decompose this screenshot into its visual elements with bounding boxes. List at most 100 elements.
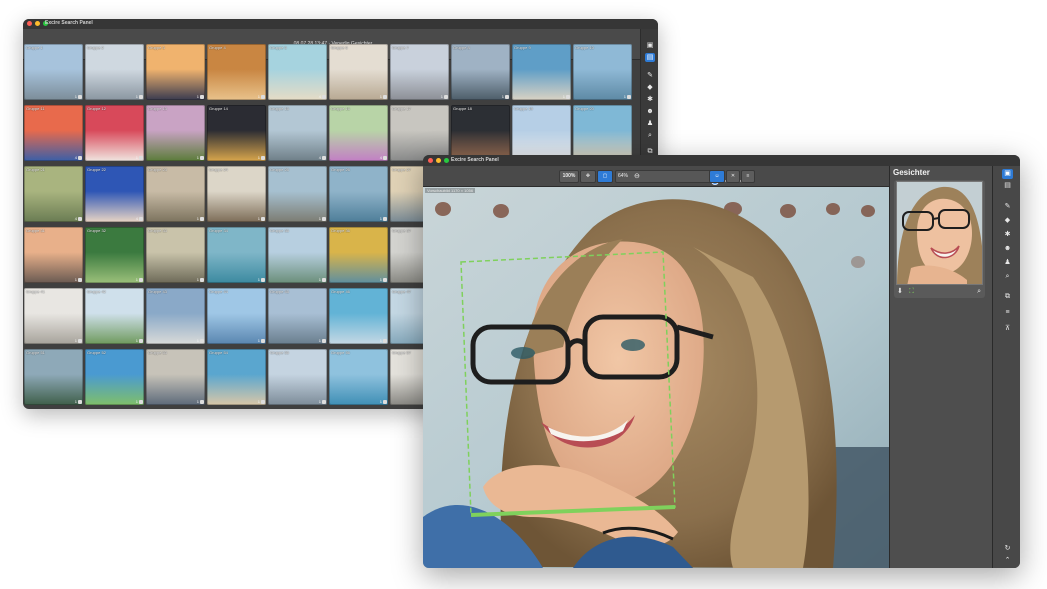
group-thumbnail[interactable]: Gruppe 45 1 bbox=[268, 288, 327, 344]
group-count: 1 bbox=[135, 155, 138, 160]
group-thumbnail[interactable]: Gruppe 4 1 bbox=[207, 44, 266, 100]
group-thumbnail[interactable]: Gruppe 9 1 bbox=[512, 44, 571, 100]
group-label: Gruppe 11 bbox=[26, 106, 45, 111]
group-thumbnail[interactable]: Gruppe 3 1 bbox=[146, 44, 205, 100]
face-search-icon[interactable]: ☻ bbox=[1002, 244, 1013, 254]
search-icon[interactable]: ⌕ bbox=[1002, 272, 1013, 282]
group-thumbnail[interactable]: Gruppe 46 1 bbox=[329, 288, 388, 344]
group-thumbnail[interactable]: Gruppe 41 1 bbox=[24, 288, 83, 344]
zoom-out-icon[interactable]: ⊖ bbox=[634, 171, 640, 182]
find-similar-faces-icon[interactable]: ⌕ bbox=[977, 288, 981, 296]
group-thumbnail[interactable]: Gruppe 8 1 bbox=[451, 44, 510, 100]
group-thumbnail[interactable]: Gruppe 13 1 bbox=[146, 105, 205, 161]
stack-icon bbox=[78, 400, 82, 404]
fit-icon[interactable]: ✥ bbox=[580, 170, 596, 183]
single-view-icon[interactable]: ▣ bbox=[645, 41, 655, 50]
group-thumbnail[interactable]: Gruppe 10 1 bbox=[573, 44, 632, 100]
zoom-100-button[interactable]: 100% bbox=[559, 170, 579, 183]
group-thumbnail[interactable]: Gruppe 26 1 bbox=[329, 166, 388, 222]
group-thumbnail[interactable]: Gruppe 2 1 bbox=[85, 44, 144, 100]
group-thumbnail[interactable]: Gruppe 44 1 bbox=[207, 288, 266, 344]
zoom-window-button[interactable] bbox=[444, 158, 449, 163]
duplicates-icon[interactable]: ⧉ bbox=[1002, 292, 1013, 302]
group-thumbnail[interactable]: Gruppe 11 4 bbox=[24, 105, 83, 161]
group-thumbnail[interactable]: Gruppe 42 1 bbox=[85, 288, 144, 344]
group-thumbnail[interactable]: Gruppe 5 4 bbox=[268, 44, 327, 100]
group-thumbnail[interactable]: Gruppe 24 1 bbox=[207, 166, 266, 222]
group-thumbnail[interactable]: Gruppe 191 bbox=[512, 105, 571, 161]
group-thumbnail[interactable]: Gruppe 55 1 bbox=[268, 349, 327, 405]
group-thumbnail[interactable]: Gruppe 32 1 bbox=[85, 227, 144, 283]
group-label: Gruppe 6 bbox=[331, 45, 348, 50]
group-view-icon[interactable]: ▤ bbox=[1002, 181, 1013, 191]
group-thumbnail[interactable]: Gruppe 53 1 bbox=[146, 349, 205, 405]
keyword-search-icon[interactable]: ✎ bbox=[1002, 202, 1013, 212]
compare-icon[interactable]: ✕ bbox=[726, 170, 740, 183]
group-thumbnail[interactable]: Gruppe 15 4 bbox=[268, 105, 327, 161]
similarity-search-icon[interactable]: ✱ bbox=[1002, 230, 1013, 240]
group-thumbnail[interactable]: Gruppe 33 1 bbox=[146, 227, 205, 283]
group-thumbnail[interactable]: Gruppe 23 1 bbox=[146, 166, 205, 222]
group-thumbnail[interactable]: Gruppe 1 1 bbox=[24, 44, 83, 100]
persons-icon[interactable]: ♟ bbox=[645, 119, 655, 128]
group-thumbnail[interactable]: Gruppe 43 1 bbox=[146, 288, 205, 344]
face-card[interactable]: ⬇ ⛶ ⌕ bbox=[894, 180, 985, 298]
title-bar[interactable]: Excire Search Panel bbox=[423, 155, 1020, 166]
group-thumbnail[interactable]: Gruppe 52 1 bbox=[85, 349, 144, 405]
group-count: 1 bbox=[440, 94, 443, 99]
stack-icon bbox=[261, 278, 265, 282]
close-window-button[interactable] bbox=[428, 158, 433, 163]
tag-icon[interactable]: ◆ bbox=[1002, 216, 1013, 226]
close-window-button[interactable] bbox=[27, 21, 32, 26]
group-thumbnail[interactable]: Gruppe 171 bbox=[390, 105, 449, 161]
single-view-icon[interactable]: ▣ bbox=[1002, 169, 1013, 179]
group-thumbnail[interactable]: Gruppe 35 1 bbox=[268, 227, 327, 283]
similarity-search-icon[interactable]: ✱ bbox=[645, 95, 655, 104]
group-thumbnail[interactable]: Gruppe 21 4 bbox=[24, 166, 83, 222]
refresh-icon[interactable]: ↻ bbox=[1002, 544, 1013, 554]
group-thumbnail[interactable]: Gruppe 54 1 bbox=[207, 349, 266, 405]
group-thumbnail[interactable]: Gruppe 51 1 bbox=[24, 349, 83, 405]
stack-icon bbox=[322, 339, 326, 343]
window-controls bbox=[428, 158, 449, 163]
group-thumbnail[interactable]: Gruppe 6 1 bbox=[329, 44, 388, 100]
group-thumbnail[interactable]: Gruppe 36 1 bbox=[329, 227, 388, 283]
filter-icon[interactable]: ⊼ bbox=[1002, 324, 1013, 334]
group-view-icon[interactable]: ▤ bbox=[645, 53, 655, 62]
group-thumbnail[interactable]: Gruppe 181 bbox=[451, 105, 510, 161]
face-icon[interactable]: ☺ bbox=[709, 170, 725, 183]
collapse-icon[interactable]: ⌃ bbox=[1002, 556, 1013, 566]
search-icon[interactable]: ⌕ bbox=[645, 131, 655, 140]
title-bar[interactable]: Excire Search Panel bbox=[23, 19, 658, 29]
persons-icon[interactable]: ♟ bbox=[1002, 258, 1013, 268]
group-count: 1 bbox=[257, 94, 260, 99]
group-count: 1 bbox=[74, 277, 77, 282]
minimize-window-button[interactable] bbox=[35, 21, 40, 26]
fill-icon[interactable]: ▢ bbox=[597, 170, 613, 183]
face-thumbnail[interactable] bbox=[896, 181, 983, 285]
face-frame-icon[interactable]: ⛶ bbox=[909, 288, 914, 296]
group-count: 1 bbox=[257, 399, 260, 404]
group-thumbnail[interactable]: Gruppe 22 4 bbox=[85, 166, 144, 222]
group-thumbnail[interactable]: Gruppe 7 1 bbox=[390, 44, 449, 100]
keyword-search-icon[interactable]: ✎ bbox=[645, 71, 655, 80]
group-thumbnail[interactable]: Gruppe 34 1 bbox=[207, 227, 266, 283]
minimize-window-button[interactable] bbox=[436, 158, 441, 163]
group-thumbnail[interactable]: Gruppe 16 4 bbox=[329, 105, 388, 161]
group-thumbnail[interactable]: Gruppe 201 bbox=[573, 105, 632, 161]
group-thumbnail[interactable]: Gruppe 12 1 bbox=[85, 105, 144, 161]
group-thumbnail[interactable]: Gruppe 56 1 bbox=[329, 349, 388, 405]
group-thumbnail[interactable]: Gruppe 31 1 bbox=[24, 227, 83, 283]
tag-icon[interactable]: ◆ bbox=[645, 83, 655, 92]
group-thumbnail[interactable]: Gruppe 25 1 bbox=[268, 166, 327, 222]
assign-person-icon[interactable]: ⬇ bbox=[897, 288, 903, 296]
preview-image[interactable]: Vorschaubild 1170 × 1056 bbox=[423, 187, 889, 568]
stack-icon bbox=[505, 95, 509, 99]
sort-icon[interactable]: ≡ bbox=[1002, 308, 1013, 318]
image-caption: Vorschaubild 1170 × 1056 bbox=[425, 188, 476, 193]
face-search-icon[interactable]: ☻ bbox=[645, 107, 655, 116]
menu-icon[interactable]: ≡ bbox=[741, 170, 755, 183]
face-thumbnail-photo bbox=[897, 182, 982, 284]
group-thumbnail[interactable]: Gruppe 14 1 bbox=[207, 105, 266, 161]
window-title: Excire Search Panel bbox=[451, 157, 499, 163]
